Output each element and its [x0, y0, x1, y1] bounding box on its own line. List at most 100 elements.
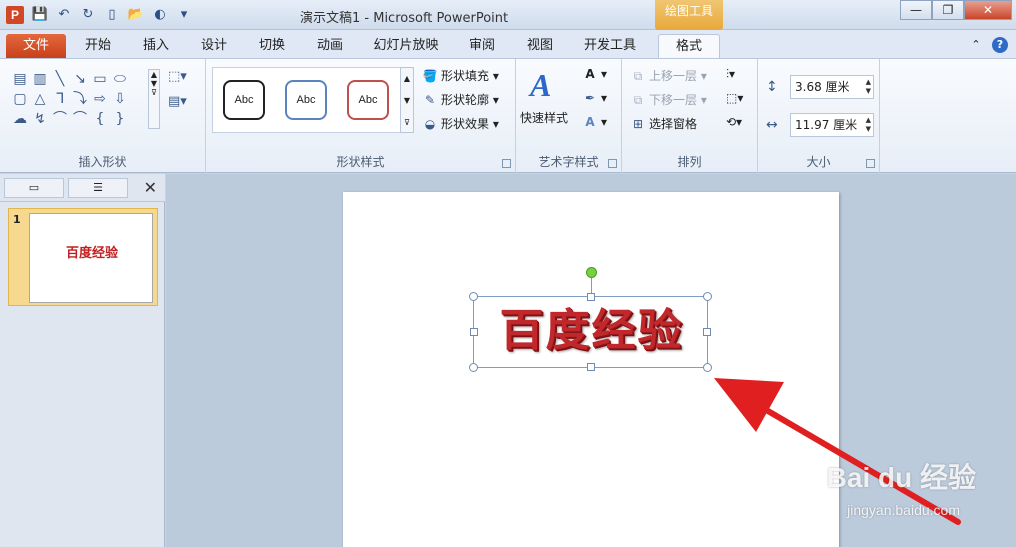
tab-review[interactable]: 审阅: [462, 34, 502, 58]
slide-thumbnail-selected[interactable]: 1 百度经验: [8, 208, 158, 306]
group-arrange: ⧉ 上移一层 ▾ ⧉ 下移一层 ▾ ⊞ 选择窗格 ⫶▾ ⬚▾ ⟲▾ 排列: [622, 59, 758, 174]
group-label-arrange: 排列: [677, 155, 702, 169]
shape-width-field[interactable]: 11.97 厘米 ▲ ▼: [790, 113, 874, 137]
triangle-shape-icon[interactable]: △: [30, 89, 50, 109]
right-brace-shape-icon[interactable]: }: [110, 109, 130, 129]
rotate-icon[interactable]: ⟲▾: [726, 115, 742, 129]
tab-developer[interactable]: 开发工具: [578, 34, 642, 58]
baidu-watermark-url: jingyan.baidu.com: [847, 502, 960, 518]
bring-forward-icon: ⧉: [633, 69, 643, 83]
save-icon[interactable]: 💾: [30, 5, 50, 25]
shape-style-red[interactable]: Abc: [347, 80, 389, 120]
group-shape-styles: Abc Abc Abc ▲ ▼ ⊽ 🪣 形状填充 ▾ ✎ 形状轮廓 ▾ ◒ 形状效果 ▾ …: [206, 59, 516, 174]
close-pane-icon[interactable]: ✕: [144, 178, 157, 197]
powerpoint-app-icon[interactable]: P: [6, 6, 24, 24]
style-gallery-scroll[interactable]: ▲ ▼ ⊽: [400, 67, 414, 133]
text-outline-icon[interactable]: ✒ ▾: [582, 91, 607, 105]
rectangle-shape-icon[interactable]: ▭: [90, 69, 110, 89]
shape-style-gallery: Abc Abc Abc: [212, 67, 412, 133]
quick-styles-button[interactable]: 快速样式: [520, 109, 568, 126]
dialog-launcher-icon[interactable]: [608, 159, 617, 168]
thumbnail-wordart: 百度经验: [65, 246, 118, 261]
group-insert-shapes: ▤ ▥ ╲ ↘ ▭ ⬭ ▢ △ ᒣ ⤵ ⇨ ⇩ ☁ ↯ ⌒ ⌒ { } ▲ ▼ ⊽ …: [0, 59, 206, 174]
tab-design[interactable]: 设计: [194, 34, 234, 58]
freeform-shape-icon[interactable]: ☁: [10, 109, 30, 129]
new-icon[interactable]: ▯: [102, 5, 122, 25]
customize-icon[interactable]: ▾: [174, 5, 194, 25]
curve-shape-icon[interactable]: ⌒: [50, 109, 70, 129]
group-objects-icon[interactable]: ⬚▾: [726, 91, 743, 105]
shape-height-field[interactable]: 3.68 厘米 ▲ ▼: [790, 75, 874, 99]
bring-forward-button[interactable]: ⧉ 上移一层 ▾: [630, 67, 707, 84]
down-arrow-shape-icon[interactable]: ⇩: [110, 89, 130, 109]
oval-shape-icon[interactable]: ⬭: [110, 69, 130, 89]
print-icon[interactable]: ◐: [150, 5, 170, 25]
close-button[interactable]: ✕: [964, 0, 1012, 20]
help-icon[interactable]: ?: [992, 37, 1008, 53]
elbow-arrow-connector-icon[interactable]: ⤵: [70, 89, 90, 109]
shape-style-dark[interactable]: Abc: [223, 80, 265, 120]
arc-shape-icon[interactable]: ⌒: [70, 109, 90, 129]
title-bar: P 💾 ↶ ↻ ▯ 📂 ◐ ▾ 演示文稿1 - Microsoft PowerP…: [0, 0, 1016, 30]
shapes-gallery: ▤ ▥ ╲ ↘ ▭ ⬭ ▢ △ ᒣ ⤵ ⇨ ⇩ ☁ ↯ ⌒ ⌒ { }: [10, 69, 150, 129]
slides-pane: ▭ ☰ ✕ 1 百度经验: [0, 174, 165, 547]
text-box-icon[interactable]: ▤▾: [168, 94, 187, 109]
shape-fill-button[interactable]: 🪣 形状填充 ▾: [422, 67, 499, 84]
ribbon: ▤ ▥ ╲ ↘ ▭ ⬭ ▢ △ ᒣ ⤵ ⇨ ⇩ ☁ ↯ ⌒ ⌒ { } ▲ ▼ ⊽ …: [0, 58, 1016, 174]
lightning-shape-icon[interactable]: ↯: [30, 109, 50, 129]
dialog-launcher-icon[interactable]: [502, 159, 511, 168]
group-wordart-styles: A 快速样式 A ▾ ✒ ▾ A ▾ 艺术字样式: [516, 59, 622, 174]
redo-icon[interactable]: ↻: [78, 5, 98, 25]
shape-outline-button[interactable]: ✎ 形状轮廓 ▾: [422, 91, 499, 108]
tab-transitions[interactable]: 切换: [252, 34, 292, 58]
text-fill-icon[interactable]: A ▾: [582, 67, 607, 81]
left-brace-shape-icon[interactable]: {: [90, 109, 110, 129]
tab-home[interactable]: 开始: [78, 34, 118, 58]
rounded-rect-shape-icon[interactable]: ▢: [10, 89, 30, 109]
ribbon-tabs: 文件 开始 插入 设计 切换 动画 幻灯片放映 审阅 视图 开发工具 格式 ⌃ …: [0, 30, 1016, 58]
width-spinner[interactable]: ▲ ▼: [866, 116, 871, 134]
line-shape-icon[interactable]: ╲: [50, 69, 70, 89]
undo-icon[interactable]: ↶: [54, 5, 74, 25]
tab-animations[interactable]: 动画: [310, 34, 350, 58]
height-spinner[interactable]: ▲ ▼: [866, 78, 871, 96]
tab-file[interactable]: 文件: [6, 34, 66, 58]
arrow-line-shape-icon[interactable]: ↘: [70, 69, 90, 89]
minimize-button[interactable]: —: [900, 0, 932, 20]
dialog-launcher-icon[interactable]: [866, 159, 875, 168]
selection-pane-button[interactable]: ⊞ 选择窗格: [630, 115, 697, 132]
tab-format[interactable]: 格式: [658, 34, 720, 58]
quick-access-toolbar: 💾 ↶ ↻ ▯ 📂 ◐ ▾: [30, 5, 194, 25]
paint-bucket-icon: 🪣: [422, 69, 438, 83]
pane-tabs: ▭ ☰ ✕: [0, 174, 165, 202]
open-icon[interactable]: 📂: [126, 5, 146, 25]
group-label-wordart: 艺术字样式: [538, 155, 599, 169]
shape-effects-button[interactable]: ◒ 形状效果 ▾: [422, 115, 499, 132]
minimize-ribbon-icon[interactable]: ⌃: [968, 37, 984, 53]
group-label-insert-shapes: 插入形状: [78, 155, 127, 169]
outline-tab-icon[interactable]: ☰: [68, 178, 128, 198]
tab-insert[interactable]: 插入: [136, 34, 176, 58]
height-icon: ↕: [766, 79, 778, 95]
group-label-size: 大小: [806, 155, 831, 169]
pencil-icon: ✎: [424, 93, 436, 107]
align-icon[interactable]: ⫶▾: [726, 67, 735, 82]
tab-slideshow[interactable]: 幻灯片放映: [366, 34, 446, 58]
textbox-shape-icon[interactable]: ▤: [10, 69, 30, 89]
send-backward-icon: ⧉: [633, 93, 643, 107]
elbow-connector-icon[interactable]: ᒣ: [50, 89, 70, 109]
restore-button[interactable]: ❐: [932, 0, 964, 20]
wordart-a-icon: A: [530, 67, 552, 103]
right-arrow-shape-icon[interactable]: ⇨: [90, 89, 110, 109]
shape-style-blue[interactable]: Abc: [285, 80, 327, 120]
window-controls: — ❐ ✕: [900, 0, 1012, 20]
edit-shape-icon[interactable]: ⬚▾: [168, 69, 187, 84]
shapes-gallery-scroll[interactable]: ▲ ▼ ⊽: [148, 69, 160, 129]
send-backward-button[interactable]: ⧉ 下移一层 ▾: [630, 91, 707, 108]
tab-view[interactable]: 视图: [520, 34, 560, 58]
text-effects-icon[interactable]: A ▾: [582, 115, 607, 129]
width-icon: ↔: [766, 117, 778, 133]
vertical-textbox-shape-icon[interactable]: ▥: [30, 69, 50, 89]
slides-tab-icon[interactable]: ▭: [4, 178, 64, 198]
